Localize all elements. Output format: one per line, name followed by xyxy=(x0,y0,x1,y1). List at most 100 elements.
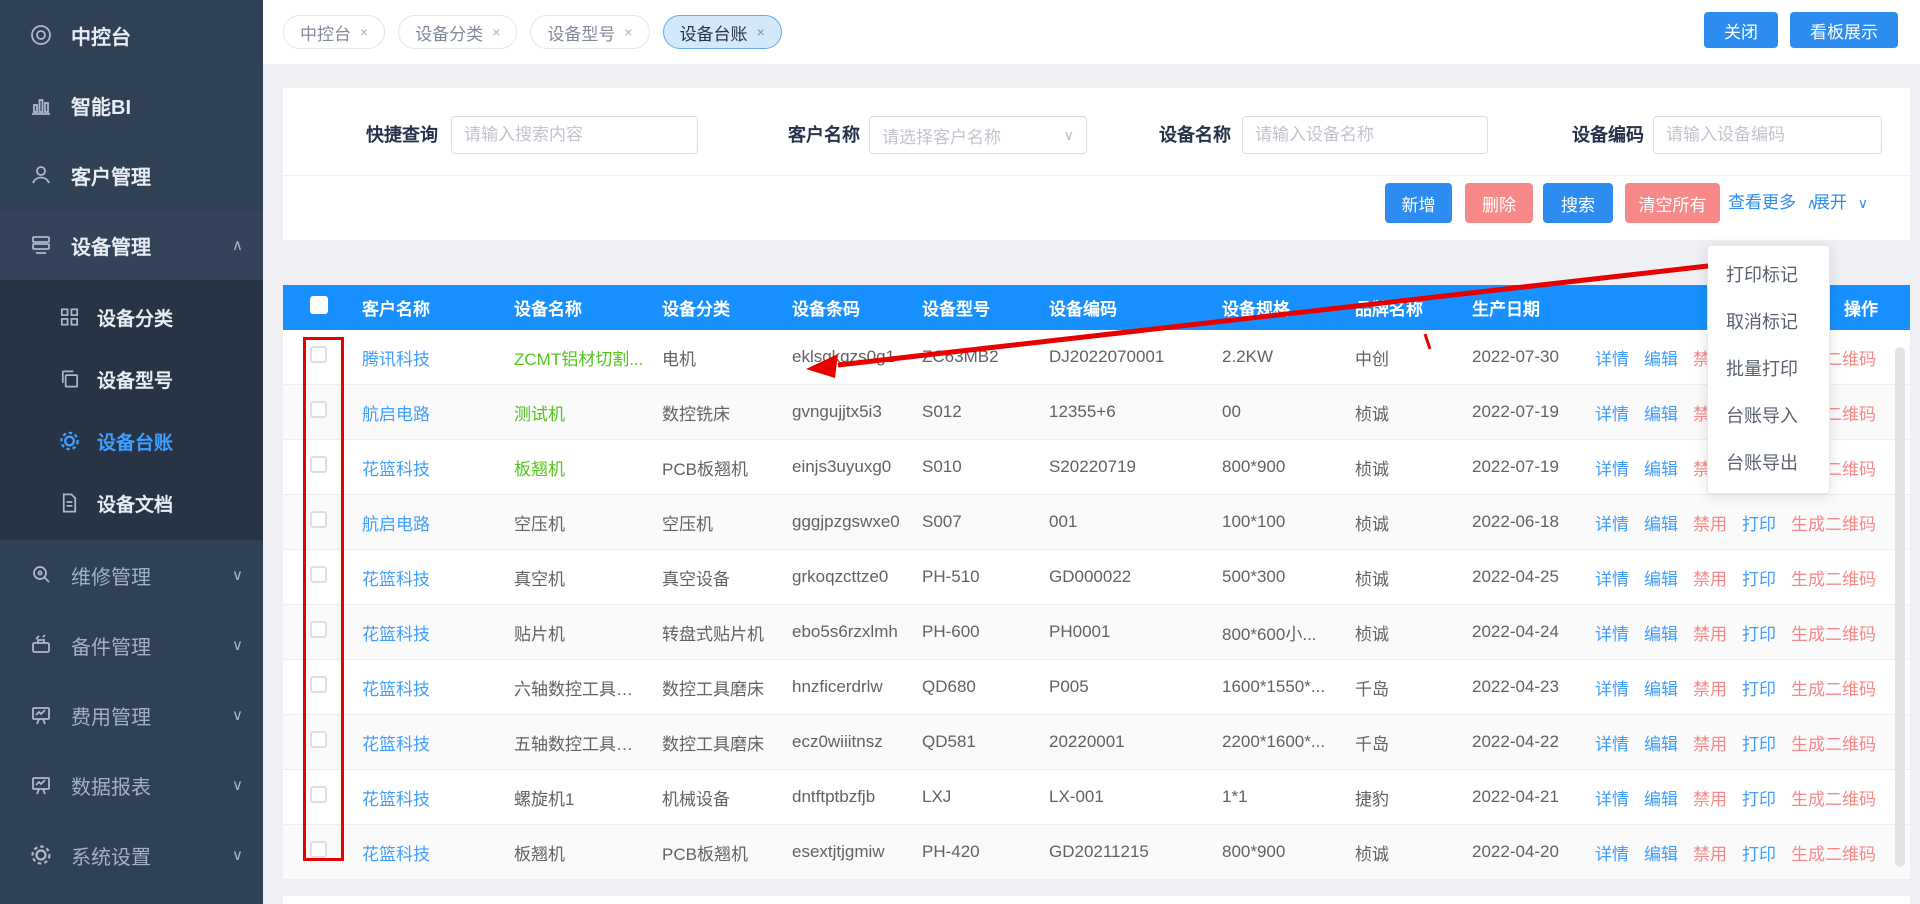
op-编辑-link[interactable]: 编辑 xyxy=(1644,730,1678,755)
sidebar-item-中控台[interactable]: 中控台 xyxy=(0,0,263,70)
sidebar-item-设备文档[interactable]: 设备文档 xyxy=(0,472,263,534)
op-生成二维码-link[interactable]: 生成二维码 xyxy=(1791,840,1876,865)
op-详情-link[interactable]: 详情 xyxy=(1595,785,1629,810)
tab-设备台账[interactable]: 设备台账× xyxy=(663,15,782,49)
op-编辑-link[interactable]: 编辑 xyxy=(1644,510,1678,535)
sidebar-item-设备管理[interactable]: 设备管理∧ xyxy=(0,210,263,280)
sidebar-item-费用管理[interactable]: 费用管理∨ xyxy=(0,680,263,750)
sidebar-item-备件管理[interactable]: 备件管理∨ xyxy=(0,610,263,680)
row-checkbox[interactable] xyxy=(310,456,327,473)
search-button[interactable]: 搜索 xyxy=(1543,183,1613,223)
device-code-input[interactable] xyxy=(1653,116,1882,154)
add-button[interactable]: 新增 xyxy=(1385,183,1452,223)
close-icon[interactable]: × xyxy=(624,24,632,40)
device-name[interactable]: ZCMT铝材切割... xyxy=(497,345,645,370)
op-详情-link[interactable]: 详情 xyxy=(1595,345,1629,370)
sidebar-item-维修管理[interactable]: 维修管理∨ xyxy=(0,540,263,610)
quick-search-input[interactable] xyxy=(451,116,698,154)
sidebar-item-设备台账[interactable]: 设备台账 xyxy=(0,410,263,472)
row-checkbox[interactable] xyxy=(310,841,327,858)
device-name[interactable]: 板翘机 xyxy=(497,455,645,480)
menu-item-台账导入[interactable]: 台账导入 xyxy=(1708,393,1829,440)
op-生成二维码-link[interactable]: 生成二维码 xyxy=(1791,565,1876,590)
customer-link[interactable]: 航启电路 xyxy=(345,510,497,535)
kanban-display-button[interactable]: 看板展示 xyxy=(1790,12,1898,48)
row-checkbox[interactable] xyxy=(310,621,327,638)
menu-item-打印标记[interactable]: 打印标记 xyxy=(1708,252,1829,299)
expand-link[interactable]: 展开 ∨ xyxy=(1813,183,1868,223)
op-详情-link[interactable]: 详情 xyxy=(1595,400,1629,425)
op-打印-link[interactable]: 打印 xyxy=(1742,620,1776,645)
sidebar-item-设备型号[interactable]: 设备型号 xyxy=(0,348,263,410)
op-禁用-link[interactable]: 禁用 xyxy=(1693,840,1727,865)
op-禁用-link[interactable]: 禁用 xyxy=(1693,730,1727,755)
op-生成二维码-link[interactable]: 生成二维码 xyxy=(1791,675,1876,700)
op-生成二维码-link[interactable]: 生成二维码 xyxy=(1791,785,1876,810)
row-checkbox[interactable] xyxy=(310,731,327,748)
op-禁用-link[interactable]: 禁用 xyxy=(1693,620,1727,645)
sidebar-item-数据报表[interactable]: 数据报表∨ xyxy=(0,750,263,820)
customer-name-select[interactable]: 请选择客户名称 ∨ xyxy=(869,116,1087,154)
customer-link[interactable]: 花篮科技 xyxy=(345,785,497,810)
clear-all-button[interactable]: 清空所有 xyxy=(1625,183,1720,223)
op-禁用-link[interactable]: 禁用 xyxy=(1693,675,1727,700)
customer-link[interactable]: 花篮科技 xyxy=(345,455,497,480)
op-编辑-link[interactable]: 编辑 xyxy=(1644,455,1678,480)
op-打印-link[interactable]: 打印 xyxy=(1742,730,1776,755)
op-打印-link[interactable]: 打印 xyxy=(1742,675,1776,700)
op-打印-link[interactable]: 打印 xyxy=(1742,840,1776,865)
customer-link[interactable]: 腾讯科技 xyxy=(345,345,497,370)
op-生成二维码-link[interactable]: 生成二维码 xyxy=(1791,510,1876,535)
op-详情-link[interactable]: 详情 xyxy=(1595,510,1629,535)
row-checkbox[interactable] xyxy=(310,401,327,418)
tab-中控台[interactable]: 中控台× xyxy=(283,15,385,49)
sidebar-item-智能BI[interactable]: 智能BI xyxy=(0,70,263,140)
close-button[interactable]: 关闭 xyxy=(1704,12,1778,48)
menu-item-批量打印[interactable]: 批量打印 xyxy=(1708,346,1829,393)
close-icon[interactable]: × xyxy=(757,24,765,40)
op-编辑-link[interactable]: 编辑 xyxy=(1644,345,1678,370)
op-详情-link[interactable]: 详情 xyxy=(1595,565,1629,590)
op-禁用-link[interactable]: 禁用 xyxy=(1693,785,1727,810)
op-打印-link[interactable]: 打印 xyxy=(1742,510,1776,535)
customer-link[interactable]: 花篮科技 xyxy=(345,675,497,700)
sidebar-item-客户管理[interactable]: 客户管理 xyxy=(0,140,263,210)
op-禁用-link[interactable]: 禁用 xyxy=(1693,565,1727,590)
device-name[interactable]: 测试机 xyxy=(497,400,645,425)
op-详情-link[interactable]: 详情 xyxy=(1595,730,1629,755)
customer-link[interactable]: 航启电路 xyxy=(345,400,497,425)
op-详情-link[interactable]: 详情 xyxy=(1595,675,1629,700)
menu-item-取消标记[interactable]: 取消标记 xyxy=(1708,299,1829,346)
delete-button[interactable]: 删除 xyxy=(1465,183,1533,223)
row-checkbox[interactable] xyxy=(310,346,327,363)
view-more-link[interactable]: 查看更多 ∧ xyxy=(1728,183,1817,223)
menu-item-台账导出[interactable]: 台账导出 xyxy=(1708,440,1829,487)
op-详情-link[interactable]: 详情 xyxy=(1595,455,1629,480)
op-编辑-link[interactable]: 编辑 xyxy=(1644,565,1678,590)
sidebar-item-设备分类[interactable]: 设备分类 xyxy=(0,286,263,348)
op-生成二维码-link[interactable]: 生成二维码 xyxy=(1791,620,1876,645)
tab-设备型号[interactable]: 设备型号× xyxy=(530,15,649,49)
customer-link[interactable]: 花篮科技 xyxy=(345,840,497,865)
op-编辑-link[interactable]: 编辑 xyxy=(1644,785,1678,810)
op-编辑-link[interactable]: 编辑 xyxy=(1644,400,1678,425)
customer-link[interactable]: 花篮科技 xyxy=(345,620,497,645)
row-checkbox[interactable] xyxy=(310,786,327,803)
row-checkbox[interactable] xyxy=(310,566,327,583)
op-编辑-link[interactable]: 编辑 xyxy=(1644,620,1678,645)
op-禁用-link[interactable]: 禁用 xyxy=(1693,510,1727,535)
close-icon[interactable]: × xyxy=(492,24,500,40)
op-编辑-link[interactable]: 编辑 xyxy=(1644,675,1678,700)
op-打印-link[interactable]: 打印 xyxy=(1742,565,1776,590)
customer-link[interactable]: 花篮科技 xyxy=(345,565,497,590)
device-name-input[interactable] xyxy=(1242,116,1488,154)
op-详情-link[interactable]: 详情 xyxy=(1595,620,1629,645)
op-生成二维码-link[interactable]: 生成二维码 xyxy=(1791,730,1876,755)
op-编辑-link[interactable]: 编辑 xyxy=(1644,840,1678,865)
customer-link[interactable]: 花篮科技 xyxy=(345,730,497,755)
sidebar-item-系统设置[interactable]: 系统设置∨ xyxy=(0,820,263,890)
row-checkbox[interactable] xyxy=(310,676,327,693)
row-checkbox[interactable] xyxy=(310,511,327,528)
op-详情-link[interactable]: 详情 xyxy=(1595,840,1629,865)
op-打印-link[interactable]: 打印 xyxy=(1742,785,1776,810)
